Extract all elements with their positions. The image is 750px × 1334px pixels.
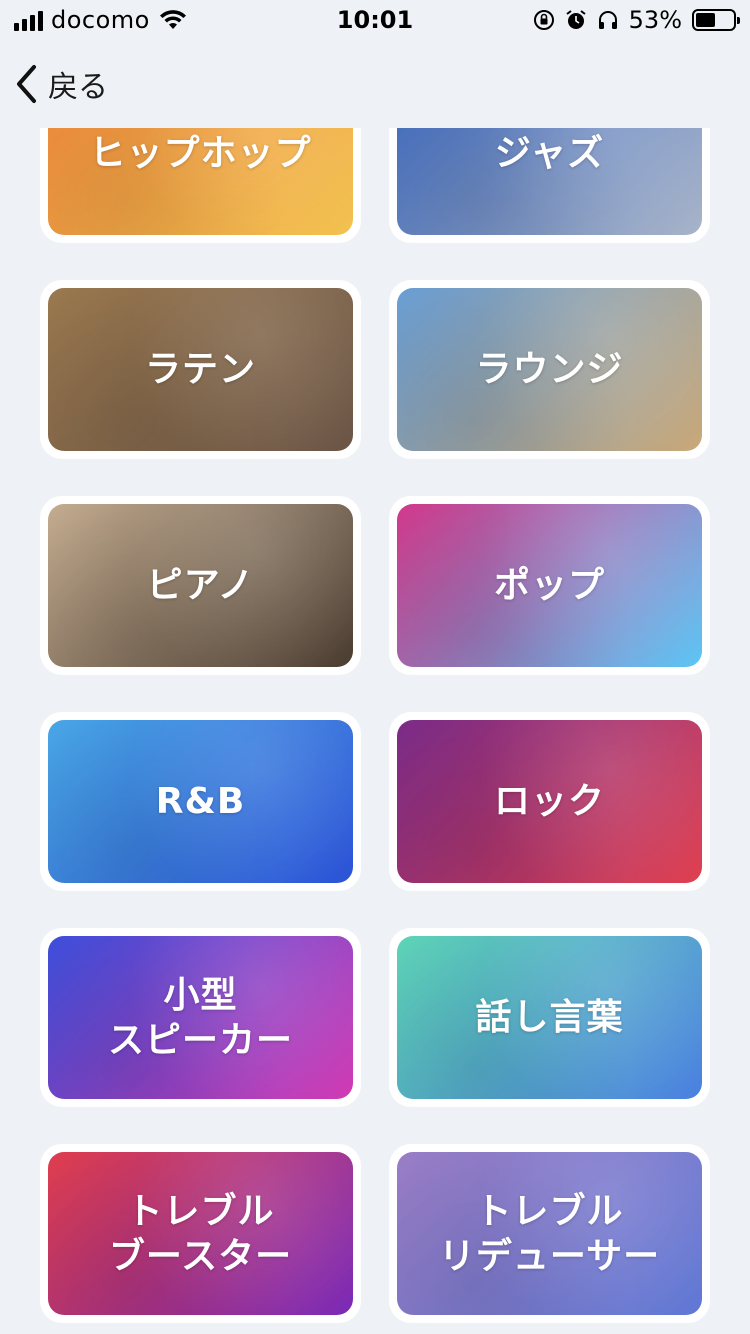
genre-card-image: ヒップホップ (48, 128, 353, 235)
genre-card-image: ラテン (48, 288, 353, 451)
genre-card[interactable]: R&B (40, 712, 361, 891)
genre-label: ラウンジ (475, 349, 624, 390)
genre-card[interactable]: ピアノ (40, 496, 361, 675)
back-label: 戻る (48, 70, 108, 105)
genre-label: ピアノ (146, 565, 255, 606)
genre-card-image: ジャズ (397, 128, 702, 235)
battery-percent: 53% (628, 6, 682, 34)
genre-card-image: 小型 スピーカー (48, 936, 353, 1099)
genre-label: トレブル ブースター (108, 1190, 293, 1277)
genre-card[interactable]: 小型 スピーカー (40, 928, 361, 1107)
status-right: 53% (533, 6, 740, 34)
battery-icon (692, 9, 740, 31)
genre-card[interactable]: ポップ (389, 496, 710, 675)
genre-label: ポップ (493, 565, 605, 606)
genre-card[interactable]: トレブル リデューサー (389, 1144, 710, 1323)
genre-grid: ヒップホップ ジャズラテン ラウンジピアノ ポップ R&B ロック小型 スピーカー 話し言葉… (40, 128, 710, 1323)
genre-card-image: ポップ (397, 504, 702, 667)
alarm-icon (566, 10, 586, 29)
battery-level (696, 13, 716, 27)
orientation-lock-icon (533, 10, 554, 30)
genre-label: 小型 スピーカー (107, 974, 293, 1061)
genre-card[interactable]: ジャズ (389, 128, 710, 243)
genre-label: R&B (155, 781, 246, 822)
genre-card[interactable]: ラテン (40, 280, 361, 459)
genre-card-image: R&B (48, 720, 353, 883)
genre-list[interactable]: ヒップホップ ジャズラテン ラウンジピアノ ポップ R&B ロック小型 スピーカー 話し言葉… (40, 128, 710, 1334)
genre-card[interactable]: 話し言葉 (389, 928, 710, 1107)
genre-card-image: ピアノ (48, 504, 353, 667)
genre-card-image: ロック (397, 720, 702, 883)
genre-card[interactable]: ラウンジ (389, 280, 710, 459)
genre-card-image: トレブル ブースター (48, 1152, 353, 1315)
genre-card[interactable]: ヒップホップ (40, 128, 361, 243)
genre-label: ジャズ (494, 133, 605, 174)
genre-card-image: ラウンジ (397, 288, 702, 451)
navigation-bar: 戻る (0, 56, 750, 116)
genre-card[interactable]: トレブル ブースター (40, 1144, 361, 1323)
genre-card-image: 話し言葉 (397, 936, 702, 1099)
chevron-left-icon (17, 65, 36, 103)
genre-card-image: トレブル リデューサー (397, 1152, 702, 1315)
genre-label: 話し言葉 (475, 997, 624, 1038)
back-button[interactable]: 戻る (14, 62, 108, 106)
genre-label: ロック (493, 781, 605, 822)
genre-label: ラテン (144, 349, 256, 390)
genre-label: トレブル リデューサー (438, 1190, 661, 1277)
genre-card[interactable]: ロック (389, 712, 710, 891)
headphones-icon (598, 11, 617, 29)
status-bar: docomo 10:01 53% (0, 0, 750, 40)
genre-label: ヒップホップ (89, 133, 312, 174)
